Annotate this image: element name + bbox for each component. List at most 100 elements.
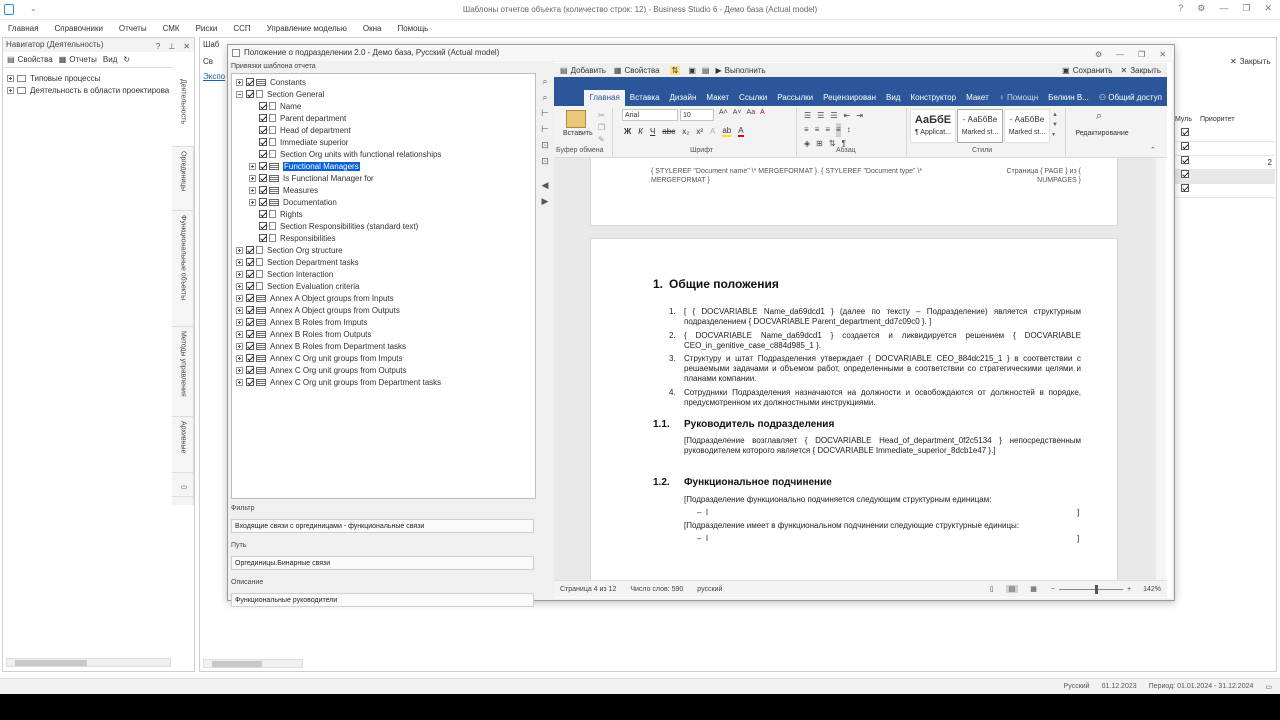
- expand-icon[interactable]: [236, 378, 243, 386]
- expand-icon[interactable]: [236, 330, 243, 338]
- binding-tree-item[interactable]: Head of department: [232, 124, 535, 136]
- properties-button[interactable]: Св: [203, 57, 213, 66]
- styles-more-icon[interactable]: ▾: [1052, 130, 1058, 140]
- decrease-indent-icon[interactable]: ⇤: [844, 109, 851, 123]
- close-button[interactable]: Закрыть: [1130, 66, 1161, 75]
- tab-insert[interactable]: Вставка: [625, 90, 665, 106]
- add-button[interactable]: Добавить: [571, 66, 606, 75]
- page-count[interactable]: Страница 4 из 12: [560, 586, 616, 593]
- checkbox[interactable]: [259, 138, 267, 146]
- user-name[interactable]: Белкин В...: [1043, 90, 1094, 106]
- style-applicat[interactable]: АаБбЕ ¶ Applicat...: [910, 109, 956, 143]
- tab-tell-me[interactable]: ♀ Помощн: [994, 90, 1043, 106]
- checkbox[interactable]: [246, 378, 254, 386]
- maximize-button[interactable]: ❐: [1242, 3, 1250, 14]
- export-icon[interactable]: ▤: [702, 66, 710, 75]
- superscript-icon[interactable]: x²: [696, 127, 703, 136]
- save-button[interactable]: Сохранить: [1073, 66, 1113, 75]
- search-next-icon[interactable]: ⌕: [538, 89, 552, 105]
- checkbox[interactable]: [246, 294, 254, 302]
- cut-icon[interactable]: ✂: [598, 110, 605, 122]
- shading-icon[interactable]: ◈: [804, 137, 810, 151]
- tab-view[interactable]: Вид: [881, 90, 905, 106]
- binding-tree-item[interactable]: Name: [232, 100, 535, 112]
- menu-item-windows[interactable]: Окна: [355, 20, 390, 37]
- tab-activity[interactable]: Деятельность: [172, 75, 194, 147]
- expand-icon[interactable]: [236, 354, 243, 362]
- expand-icon[interactable]: [236, 366, 243, 374]
- close-button[interactable]: ✕: [1264, 3, 1272, 14]
- menu-item-help[interactable]: Помощь: [389, 20, 436, 37]
- font-name-select[interactable]: Arial: [622, 109, 678, 121]
- checkbox[interactable]: [246, 90, 254, 98]
- binding-tree-item[interactable]: Rights: [232, 208, 535, 220]
- checkbox[interactable]: [246, 342, 254, 350]
- language-indicator[interactable]: Русский: [1064, 683, 1090, 690]
- reports-button[interactable]: Отчеты: [69, 55, 97, 64]
- minimize-button[interactable]: —: [1219, 3, 1228, 14]
- collapse-icon[interactable]: [236, 90, 243, 98]
- checkbox[interactable]: [246, 258, 254, 266]
- zoom-out-icon[interactable]: −: [1051, 586, 1055, 593]
- checkbox[interactable]: [246, 330, 254, 338]
- expand-icon[interactable]: [249, 174, 256, 182]
- properties-button[interactable]: Свойства: [624, 66, 659, 75]
- checkbox[interactable]: [1181, 128, 1189, 136]
- binding-tree-item[interactable]: Section Interaction: [232, 268, 535, 280]
- expand-icon[interactable]: [236, 282, 243, 290]
- binding-tree-item[interactable]: Annex B Roles from Outputs: [232, 328, 535, 340]
- menu-item-bsc[interactable]: ССП: [225, 20, 258, 37]
- binding-tree-item[interactable]: Annex C Org unit groups from Outputs: [232, 364, 535, 376]
- strikethrough-icon[interactable]: abc: [662, 127, 675, 136]
- collapse-ribbon-icon[interactable]: ⌃: [1150, 146, 1156, 154]
- checkbox[interactable]: [1181, 170, 1189, 178]
- binding-tree-item[interactable]: Responsibilities: [232, 232, 535, 244]
- styles-up-icon[interactable]: ▲: [1052, 110, 1058, 120]
- checkbox[interactable]: [259, 198, 267, 206]
- clear-format-icon[interactable]: A: [760, 109, 765, 116]
- binding-tree-item[interactable]: Section General: [232, 88, 535, 100]
- binding-tree-item[interactable]: Is Functional Manager for: [232, 172, 535, 184]
- expand-icon[interactable]: [236, 246, 243, 254]
- underline-icon[interactable]: Ч: [650, 127, 655, 136]
- checkbox[interactable]: [1181, 184, 1189, 192]
- align-left-icon[interactable]: ≡: [804, 123, 809, 137]
- line-spacing-icon[interactable]: ↕: [847, 123, 851, 137]
- checkbox[interactable]: [1181, 156, 1189, 164]
- borders-icon[interactable]: ⊞: [816, 137, 823, 151]
- scrollbar-thumb[interactable]: [212, 661, 262, 667]
- close-icon[interactable]: ✕: [183, 40, 190, 54]
- checkbox[interactable]: [246, 366, 254, 374]
- highlight-bindings-icon[interactable]: ⇅: [669, 65, 681, 75]
- expand-icon[interactable]: [249, 186, 256, 194]
- unlink-icon[interactable]: ⊡: [538, 153, 552, 169]
- checkbox[interactable]: [259, 114, 267, 122]
- close-button[interactable]: ✕: [1159, 47, 1166, 63]
- italic-icon[interactable]: К: [638, 127, 643, 136]
- properties-button[interactable]: Свойства: [18, 55, 53, 64]
- tree-item[interactable]: Деятельность в области проектирова: [7, 84, 169, 96]
- expand-icon[interactable]: [7, 74, 14, 82]
- path-field[interactable]: Оргединицы.Бинарные связи: [231, 556, 534, 570]
- sort-icon[interactable]: ⇅: [829, 137, 836, 151]
- style-marked-1[interactable]: - АаБбВе Marked st...: [957, 109, 1003, 143]
- settings-icon[interactable]: ⚙: [1197, 3, 1205, 14]
- zoom-slider[interactable]: [1059, 584, 1123, 594]
- binding-tree-item[interactable]: Constants: [232, 76, 535, 88]
- share-button[interactable]: ⚇ Общий доступ: [1094, 90, 1167, 106]
- horizontal-scrollbar[interactable]: [6, 658, 171, 667]
- binding-tree-item[interactable]: Section Responsibilities (standard text): [232, 220, 535, 232]
- filter-field[interactable]: Входящие связи с оргединицами - функцион…: [231, 519, 534, 533]
- view-button[interactable]: Вид: [103, 55, 117, 64]
- grow-font-icon[interactable]: A˄: [719, 109, 728, 116]
- shrink-font-icon[interactable]: A˅: [733, 109, 742, 116]
- binding-tree-item[interactable]: Parent department: [232, 112, 535, 124]
- arrow-right-icon[interactable]: ▶: [538, 193, 552, 209]
- save-icon[interactable]: ▣: [688, 66, 696, 75]
- print-layout-icon[interactable]: ▤: [1005, 585, 1019, 593]
- tab-table-design[interactable]: Конструктор: [905, 90, 961, 106]
- expand-icon[interactable]: [236, 318, 243, 326]
- tree-item[interactable]: Типовые процессы: [7, 72, 169, 84]
- tab-management-methods[interactable]: Методы управления: [172, 327, 194, 417]
- menu-item-home[interactable]: Главная: [0, 20, 46, 37]
